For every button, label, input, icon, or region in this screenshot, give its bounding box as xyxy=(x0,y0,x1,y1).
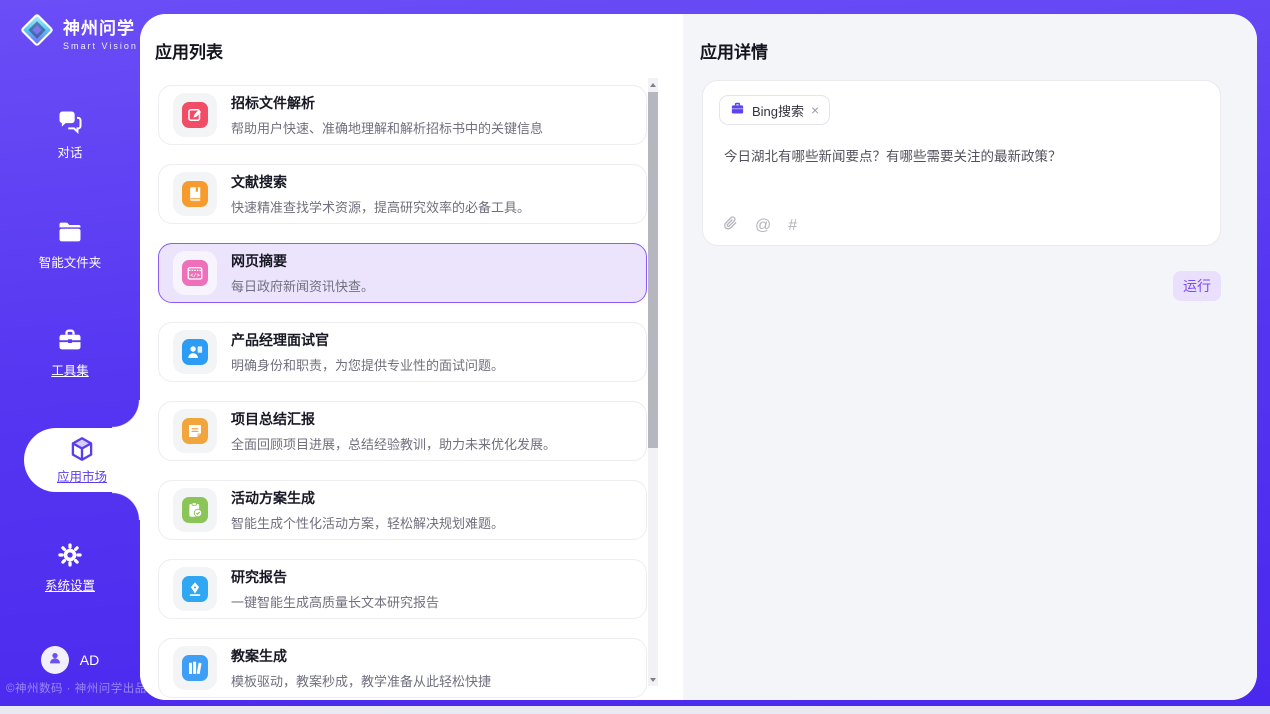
app-description: 快速精准查找学术资源，提高研究效率的必备工具。 xyxy=(231,197,530,216)
folder-icon xyxy=(0,218,140,246)
app-description: 模板驱动，教案秒成，教学准备从此轻松快捷 xyxy=(231,671,491,690)
paperclip-icon[interactable] xyxy=(723,215,738,236)
app-description: 每日政府新闻资讯快查。 xyxy=(231,276,374,295)
app-description: 智能生成个性化活动方案，轻松解决规划难题。 xyxy=(231,513,504,532)
hash-icon[interactable]: # xyxy=(788,217,797,235)
prompt-toolbar: @ # xyxy=(723,215,797,236)
sidebar-item-smart-folder[interactable]: 智能文件夹 xyxy=(0,218,140,271)
sticky-note-icon xyxy=(182,418,208,444)
tool-chip-bing-search[interactable]: Bing搜索 × xyxy=(719,95,830,125)
book-icon xyxy=(182,181,208,207)
scrollbar-thumb[interactable] xyxy=(648,92,658,448)
clipboard-check-icon xyxy=(182,497,208,523)
brand-subtitle: Smart Vision xyxy=(63,41,138,51)
sidebar-item-toolset[interactable]: 工具集 xyxy=(0,326,140,379)
sidebar-item-label: 系统设置 xyxy=(0,575,140,594)
app-list-panel: 应用列表 招标文件解析 帮助用户快速、准确地理解和解析招标书中的关键信息 xyxy=(140,14,683,700)
briefcase-icon xyxy=(730,101,745,119)
brand-logo: 神州问学 Smart Vision xyxy=(18,11,138,54)
app-name: 教案生成 xyxy=(231,646,491,666)
prompt-card: Bing搜索 × 今日湖北有哪些新闻要点？有哪些需要关注的最新政策？ @ # xyxy=(702,80,1221,246)
app-description: 明确身份和职责，为您提供专业性的面试问题。 xyxy=(231,355,504,374)
app-description: 全面回顾项目进展，总结经验教训，助力未来优化发展。 xyxy=(231,434,556,453)
cube-icon xyxy=(24,435,140,463)
app-list: 招标文件解析 帮助用户快速、准确地理解和解析招标书中的关键信息 文献搜索 快速精… xyxy=(158,85,647,700)
app-card-event-plan[interactable]: 活动方案生成 智能生成个性化活动方案，轻松解决规划难题。 xyxy=(158,480,647,540)
close-icon[interactable]: × xyxy=(811,103,819,117)
app-detail-title: 应用详情 xyxy=(700,38,768,63)
sidebar-item-chat[interactable]: 对话 xyxy=(0,108,140,161)
app-card-research-report[interactable]: 研究报告 一键智能生成高质量长文本研究报告 xyxy=(158,559,647,619)
tool-chip-label: Bing搜索 xyxy=(752,101,804,120)
books-icon xyxy=(182,655,208,681)
scrollbar-down-arrow-icon[interactable] xyxy=(648,673,658,686)
diamond-logo-icon xyxy=(18,11,56,54)
sidebar-item-label: 智能文件夹 xyxy=(0,252,140,271)
avatar xyxy=(41,646,69,674)
app-description: 帮助用户快速、准确地理解和解析招标书中的关键信息 xyxy=(231,118,543,137)
sidebar-item-label: 对话 xyxy=(0,142,140,161)
browser-code-icon: </> xyxy=(182,260,208,286)
toolbox-icon xyxy=(0,326,140,354)
app-name: 活动方案生成 xyxy=(231,488,504,508)
app-card-web-summary[interactable]: </> 网页摘要 每日政府新闻资讯快查。 xyxy=(158,243,647,303)
sidebar-item-label: 工具集 xyxy=(0,360,140,379)
at-icon[interactable]: @ xyxy=(755,217,771,235)
pen-square-icon xyxy=(182,102,208,128)
app-name: 产品经理面试官 xyxy=(231,330,504,350)
app-detail-panel: 应用详情 Bing搜索 × 今日湖北有哪些新闻要点？有哪些需要关注的最新政策？ xyxy=(683,14,1257,700)
sidebar-item-app-market[interactable]: 应用市场 xyxy=(24,428,140,492)
app-name: 招标文件解析 xyxy=(231,93,543,113)
sidebar-item-label: 应用市场 xyxy=(24,466,140,485)
app-card-project-summary[interactable]: 项目总结汇报 全面回顾项目进展，总结经验教训，助力未来优化发展。 xyxy=(158,401,647,461)
content-panel: 应用列表 招标文件解析 帮助用户快速、准确地理解和解析招标书中的关键信息 xyxy=(140,14,1257,700)
app-window: 神州问学 Smart Vision 对话 智能文件夹 xyxy=(0,0,1270,714)
scrollbar-up-arrow-icon[interactable] xyxy=(648,78,658,91)
app-name: 项目总结汇报 xyxy=(231,409,556,429)
user-name: AD xyxy=(80,652,99,668)
app-card-bid-parsing[interactable]: 招标文件解析 帮助用户快速、准确地理解和解析招标书中的关键信息 xyxy=(158,85,647,145)
app-list-title: 应用列表 xyxy=(155,38,223,63)
app-name: 网页摘要 xyxy=(231,251,374,271)
interviewer-icon xyxy=(182,339,208,365)
app-name: 研究报告 xyxy=(231,567,439,587)
app-card-literature-search[interactable]: 文献搜索 快速精准查找学术资源，提高研究效率的必备工具。 xyxy=(158,164,647,224)
app-card-lesson-plan[interactable]: 教案生成 模板驱动，教案秒成，教学准备从此轻松快捷 xyxy=(158,638,647,698)
run-button[interactable]: 运行 xyxy=(1173,271,1221,301)
brand-name: 神州问学 xyxy=(63,19,135,38)
sidebar-item-settings[interactable]: 系统设置 xyxy=(0,541,140,594)
user-account[interactable]: AD xyxy=(0,646,140,674)
app-description: 一键智能生成高质量长文本研究报告 xyxy=(231,592,439,611)
app-name: 文献搜索 xyxy=(231,172,530,192)
svg-text:</>: </> xyxy=(190,273,199,279)
pen-nib-icon xyxy=(182,576,208,602)
scrollbar[interactable] xyxy=(648,78,658,686)
app-card-pm-interviewer[interactable]: 产品经理面试官 明确身份和职责，为您提供专业性的面试问题。 xyxy=(158,322,647,382)
prompt-input[interactable]: 今日湖北有哪些新闻要点？有哪些需要关注的最新政策？ xyxy=(724,147,1200,167)
chat-icon xyxy=(0,108,140,136)
sidebar: 神州问学 Smart Vision 对话 智能文件夹 xyxy=(0,0,140,706)
person-icon xyxy=(47,650,63,671)
gear-icon xyxy=(0,541,140,569)
